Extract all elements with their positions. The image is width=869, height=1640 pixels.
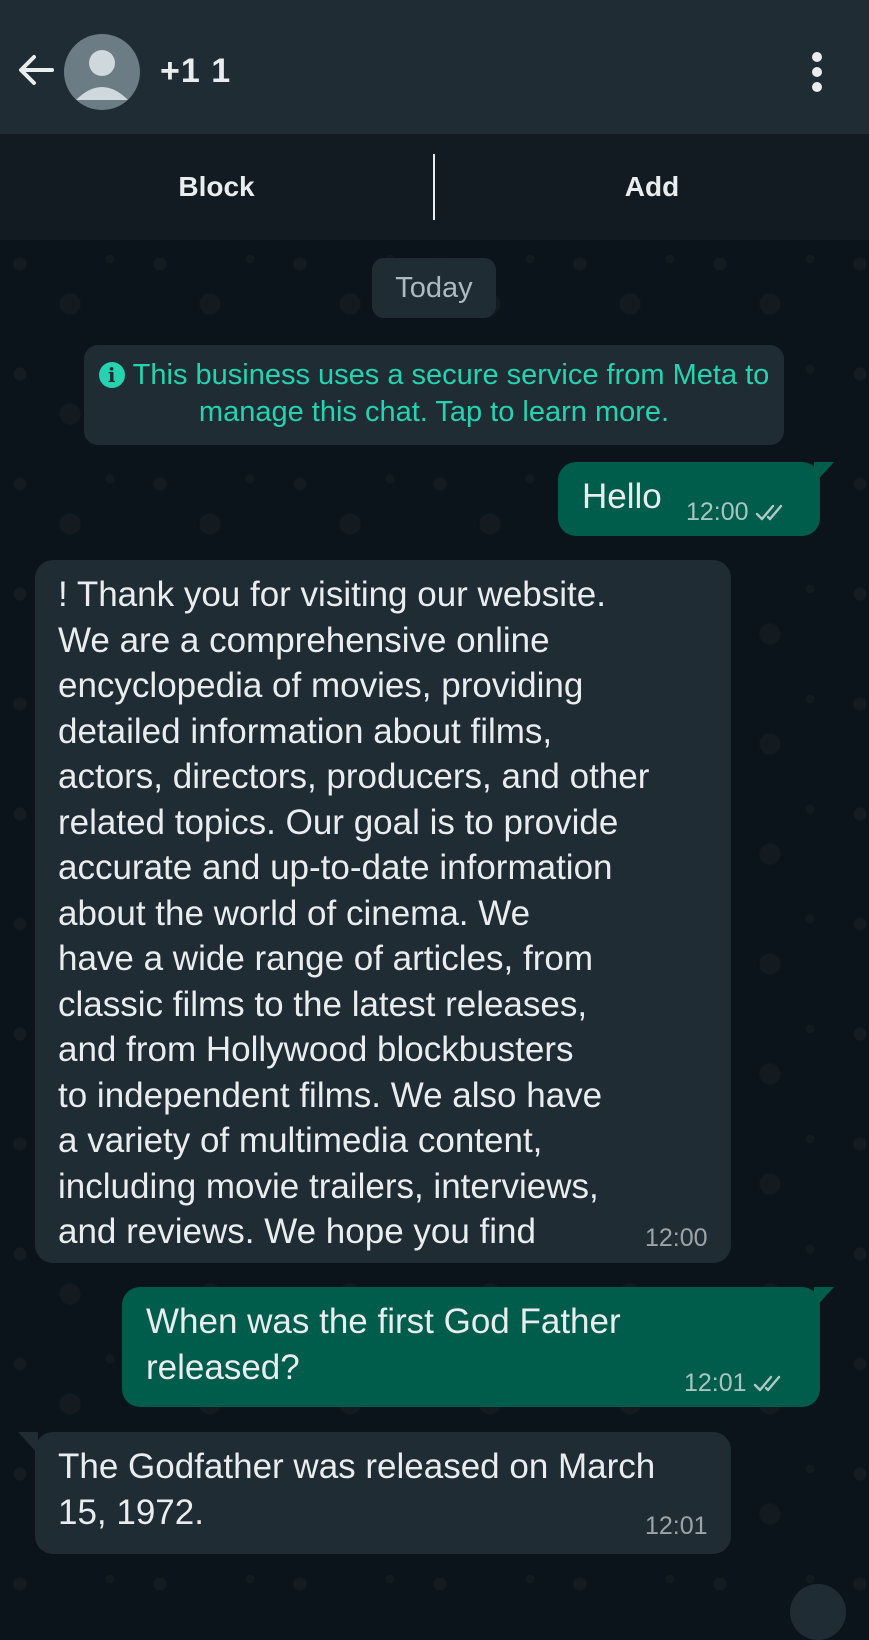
scroll-to-bottom-button[interactable] [790,1584,846,1640]
message-bubble-incoming[interactable]: The Godfather was released on March 15, … [35,1432,731,1554]
message-bubble-outgoing[interactable]: Hello 12:00 [558,462,820,536]
message-time: 12:00 [645,1224,708,1252]
default-user-icon [76,50,128,100]
bubble-tail [814,462,834,484]
block-button[interactable]: Block [0,134,433,240]
arrow-left-icon [19,55,54,85]
back-button[interactable] [14,48,58,92]
bubble-tail [814,1287,834,1309]
message-bubble-incoming[interactable]: ! Thank you for visiting our website. We… [35,560,731,1263]
message-text: ! Thank you for visiting our website. We… [58,575,650,1251]
chat-header: +1 1 [0,0,869,134]
message-time: 12:01 [645,1512,708,1540]
contact-name[interactable]: +1 1 [160,52,231,91]
business-notice[interactable]: i This business uses a secure service fro… [84,345,784,445]
bubble-tail [18,1432,38,1454]
info-icon: i [98,362,125,388]
business-notice-text: This business uses a secure service from… [132,359,770,428]
message-time: 12:00 [686,498,749,526]
add-contact-button[interactable]: Add [435,134,869,240]
message-text: The Godfather was released on March 15, … [58,1447,656,1532]
message-time: 12:01 [684,1369,747,1397]
contact-avatar[interactable] [64,34,140,110]
more-vertical-icon [812,52,822,92]
message-bubble-outgoing[interactable]: When was the first God Father released? … [122,1287,820,1407]
unknown-contact-action-bar: Block Add [0,134,869,240]
double-check-icon [755,501,789,530]
more-options-button[interactable] [800,48,834,96]
date-separator: Today [372,258,496,318]
double-check-icon [753,1372,787,1401]
message-meta: 12:01 [684,1369,787,1401]
message-meta: 12:00 [686,498,789,530]
message-text: Hello [582,477,662,516]
message-text: When was the first God Father released? [146,1302,621,1387]
